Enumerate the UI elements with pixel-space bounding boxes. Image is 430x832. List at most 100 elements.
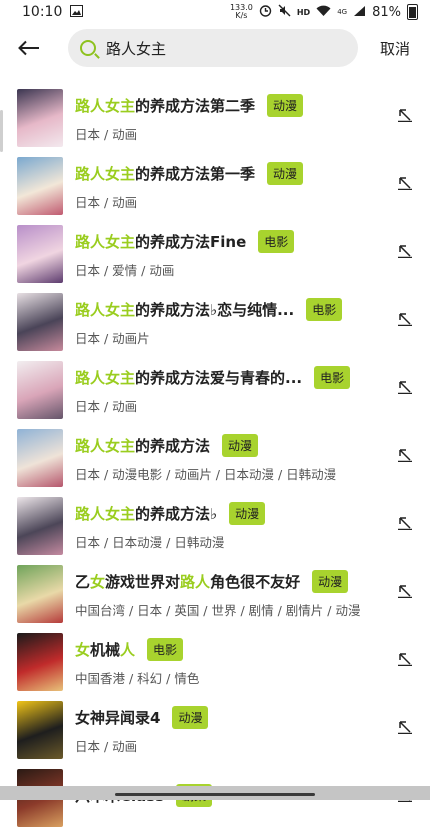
image-notification-icon	[70, 4, 84, 20]
fill-search-arrow-icon[interactable]	[398, 516, 412, 530]
result-meta: 日本 / 日本动漫 / 日韩动漫	[75, 534, 225, 550]
result-title: 路人女主的养成方法♭恋与纯情...	[75, 299, 294, 320]
result-item[interactable]: 路人女主的养成方法♭ 动漫 日本 / 日本动漫 / 日韩动漫	[0, 492, 430, 560]
home-indicator[interactable]	[115, 793, 315, 796]
search-input[interactable]	[104, 38, 308, 58]
title-highlight: 路人女主	[75, 369, 136, 387]
result-info: 路人女主的养成方法第二季 动漫 日本 / 动画	[75, 94, 430, 143]
fill-search-arrow-icon[interactable]	[398, 448, 412, 462]
fill-search-arrow-icon[interactable]	[398, 312, 412, 326]
fill-search-arrow-icon[interactable]	[398, 108, 412, 122]
result-info: 路人女主的养成方法第一季 动漫 日本 / 动画	[75, 162, 430, 211]
result-poster[interactable]	[17, 565, 63, 623]
search-results-list: 路人女主的养成方法第二季 动漫 日本 / 动画 路人女主的养成方法第一季 动漫 日本 / …	[0, 84, 430, 832]
result-title-row: 路人女主的养成方法第一季 动漫	[75, 162, 430, 186]
result-meta: 日本 / 动漫电影 / 动画片 / 日本动漫 / 日韩动漫	[75, 466, 337, 482]
result-title: 女神异闻录4	[75, 707, 160, 728]
title-highlight: 路人女主	[75, 505, 136, 523]
title-text: 乙	[75, 573, 91, 591]
result-info: 女神异闻录4 动漫日本 / 动画	[75, 706, 430, 755]
cancel-button[interactable]: 取消	[380, 38, 410, 59]
result-title-row: 路人女主的养成方法♭恋与纯情... 电影	[75, 298, 430, 322]
result-item[interactable]: 路人女主的养成方法第二季 动漫 日本 / 动画	[0, 84, 430, 152]
result-poster[interactable]	[17, 497, 63, 555]
title-highlight: 女	[90, 573, 106, 591]
title-highlight: 女	[75, 641, 91, 659]
result-poster[interactable]	[17, 225, 63, 283]
result-title: 乙女游戏世界对路人角色很不友好	[75, 571, 300, 592]
title-highlight: 路人女主	[75, 437, 136, 455]
result-item[interactable]: 女机械人 电影 中国香港 / 科幻 / 情色	[0, 628, 430, 696]
result-poster[interactable]	[17, 157, 63, 215]
result-info: 路人女主的养成方法♭恋与纯情... 电影 日本 / 动画片	[75, 298, 430, 347]
back-button[interactable]	[14, 33, 44, 63]
result-poster[interactable]	[17, 89, 63, 147]
result-poster[interactable]	[17, 633, 63, 691]
result-meta: 日本 / 动画	[75, 738, 138, 754]
title-text: 的养成方法第一季	[135, 165, 256, 183]
result-meta: 日本 / 爱情 / 动画	[75, 262, 175, 278]
title-text: 的养成方法爱与青春的...	[135, 369, 303, 387]
title-text: 的养成方法第二季	[135, 97, 256, 115]
result-info: 路人女主的养成方法 动漫日本 / 动漫电影 / 动画片 / 日本动漫 / 日韩动漫	[75, 434, 430, 483]
title-text: 女神异闻录4	[75, 709, 161, 727]
status-bar: 10:10 133.0 K/s HD 4G 81%	[0, 0, 430, 24]
result-item[interactable]: 路人女主的养成方法爱与青春的... 电影日本 / 动画	[0, 356, 430, 424]
search-box[interactable]	[68, 29, 358, 67]
result-item[interactable]: 路人女主的养成方法第一季 动漫 日本 / 动画	[0, 152, 430, 220]
category-tag: 动漫	[172, 706, 209, 729]
wifi-icon	[316, 5, 331, 20]
category-tag: 电影	[258, 230, 295, 253]
title-text: 的养成方法Fine	[135, 233, 247, 251]
fill-search-arrow-icon[interactable]	[398, 176, 412, 190]
category-tag: 电影	[306, 298, 343, 321]
result-poster[interactable]	[17, 361, 63, 419]
result-title: 路人女主的养成方法Fine	[75, 231, 246, 252]
title-highlight: 路人女主	[75, 233, 136, 251]
result-item[interactable]: 路人女主的养成方法♭恋与纯情... 电影 日本 / 动画片	[0, 288, 430, 356]
result-info: 路人女主的养成方法Fine 电影日本 / 爱情 / 动画	[75, 230, 430, 279]
title-highlight: 路人女主	[75, 301, 136, 319]
signal-label: 4G	[337, 8, 348, 16]
result-meta: 日本 / 动画	[75, 398, 138, 414]
result-title: 路人女主的养成方法	[75, 435, 210, 456]
result-info: 乙女游戏世界对路人角色很不友好 动漫 中国台湾 / 日本 / 英国 / 世界 / 剧…	[75, 570, 430, 619]
result-title: 路人女主的养成方法爱与青春的...	[75, 367, 302, 388]
cell-signal-icon	[353, 5, 366, 20]
result-poster[interactable]	[17, 429, 63, 487]
result-title-row: 路人女主的养成方法Fine 电影	[75, 230, 430, 254]
category-tag: 动漫	[222, 434, 259, 457]
title-text: 的养成方法♭恋与纯情...	[135, 301, 295, 319]
result-meta: 中国香港 / 科幻 / 情色	[75, 670, 200, 686]
result-item[interactable]: 乙女游戏世界对路人角色很不友好 动漫 中国台湾 / 日本 / 英国 / 世界 / 剧…	[0, 560, 430, 628]
result-item[interactable]: 路人女主的养成方法 动漫日本 / 动漫电影 / 动画片 / 日本动漫 / 日韩动漫	[0, 424, 430, 492]
category-tag: 动漫	[229, 502, 266, 525]
result-poster[interactable]	[17, 701, 63, 759]
category-tag: 动漫	[312, 570, 349, 593]
status-time: 10:10	[22, 4, 63, 20]
fill-search-arrow-icon[interactable]	[398, 720, 412, 734]
mute-icon	[278, 4, 291, 20]
result-title-row: 女神异闻录4 动漫	[75, 706, 430, 730]
fill-search-arrow-icon[interactable]	[398, 652, 412, 666]
fill-search-arrow-icon[interactable]	[398, 244, 412, 258]
title-highlight: 路人女主	[75, 97, 136, 115]
fill-search-arrow-icon[interactable]	[398, 584, 412, 598]
result-item[interactable]: 女神异闻录4 动漫日本 / 动画	[0, 696, 430, 764]
title-highlight: 人	[120, 641, 136, 659]
result-title-row: 路人女主的养成方法♭ 动漫	[75, 502, 430, 526]
result-title-row: 路人女主的养成方法爱与青春的... 电影	[75, 366, 430, 390]
result-title-row: 路人女主的养成方法 动漫	[75, 434, 430, 458]
title-text: 的养成方法♭	[135, 505, 218, 523]
result-item[interactable]: 路人女主的养成方法Fine 电影日本 / 爱情 / 动画	[0, 220, 430, 288]
fill-search-arrow-icon[interactable]	[398, 380, 412, 394]
battery-percent: 81%	[372, 4, 401, 20]
result-title-row: 路人女主的养成方法第二季 动漫	[75, 94, 430, 118]
title-text: 游戏世界对	[105, 573, 181, 591]
alarm-icon	[259, 4, 272, 20]
category-tag: 动漫	[267, 94, 304, 117]
gesture-bar	[0, 786, 430, 800]
net-speed: 133.0 K/s	[229, 3, 253, 20]
result-title: 女机械人	[75, 639, 135, 660]
result-poster[interactable]	[17, 293, 63, 351]
